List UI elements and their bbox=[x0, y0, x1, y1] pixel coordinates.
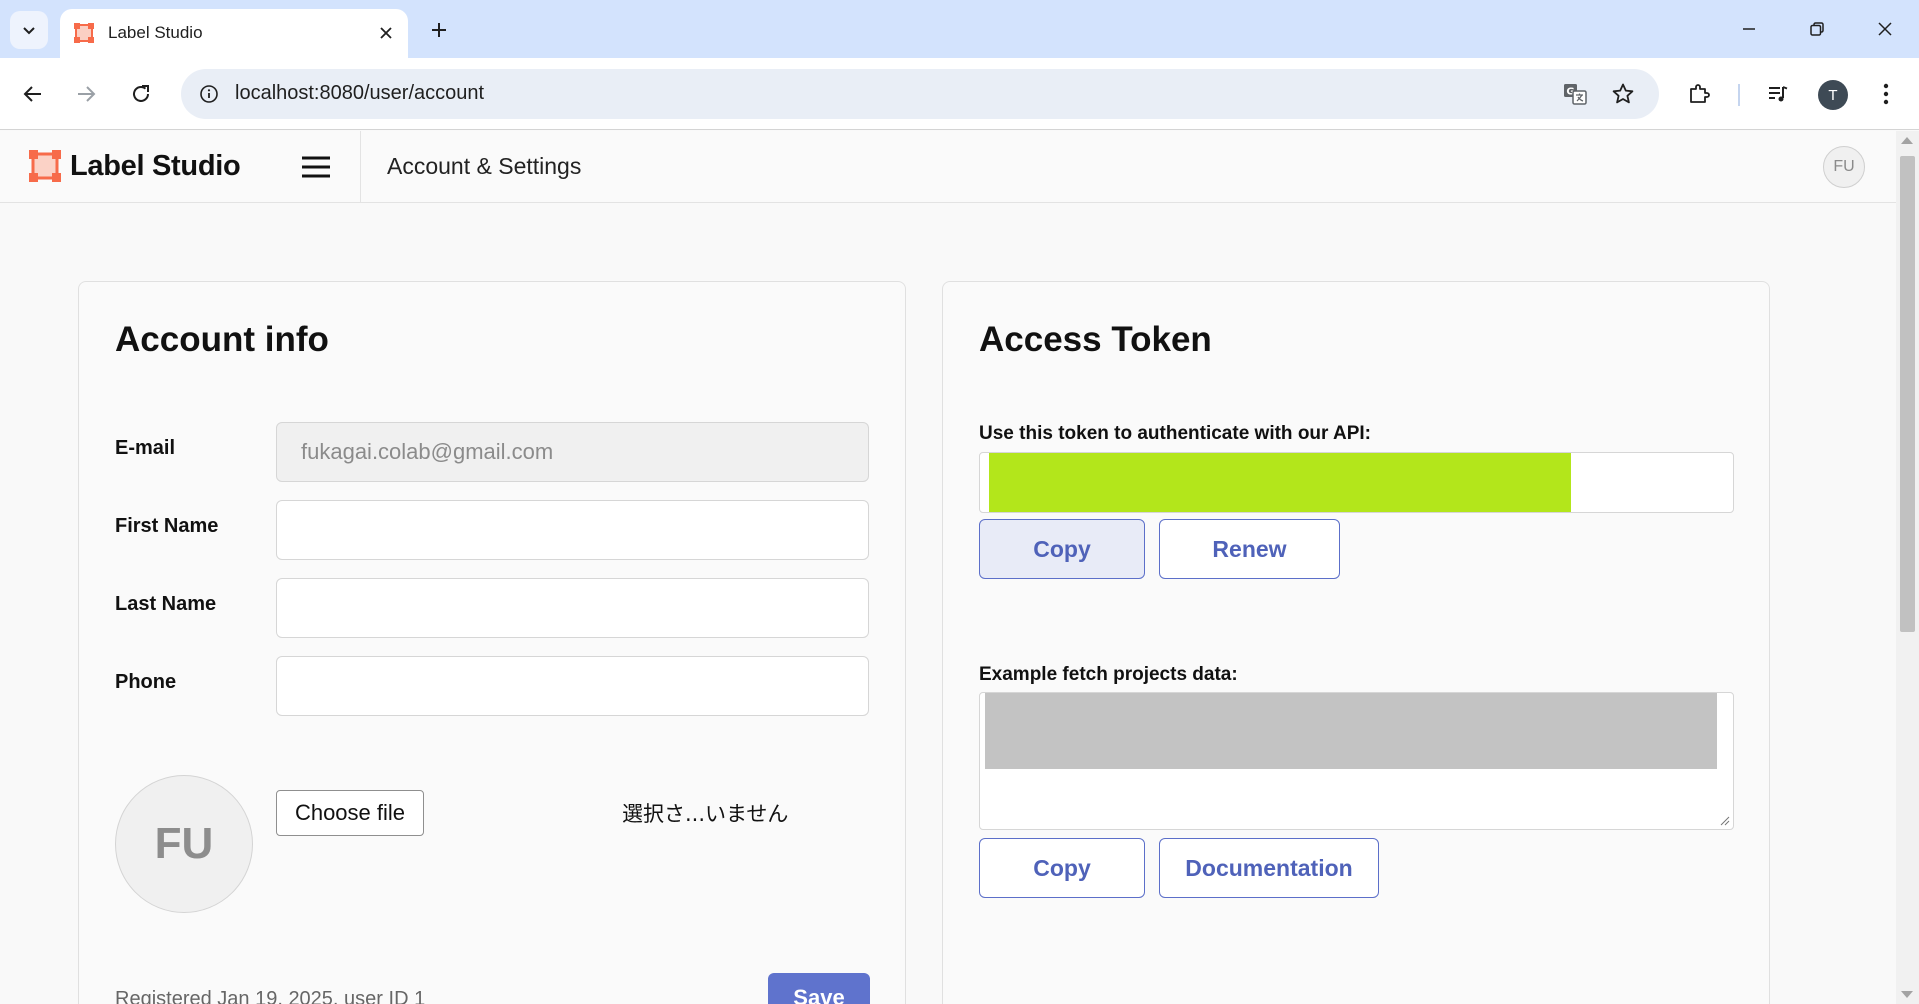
chevron-down-icon bbox=[23, 27, 35, 35]
hamburger-menu-icon bbox=[302, 156, 330, 178]
account-info-title: Account info bbox=[115, 320, 329, 359]
scroll-up-arrow-icon[interactable] bbox=[1901, 137, 1913, 144]
email-label: E-mail bbox=[115, 437, 176, 459]
main-menu-button[interactable] bbox=[298, 149, 334, 185]
example-label: Example fetch projects data: bbox=[979, 664, 1238, 685]
restore-button[interactable] bbox=[1783, 0, 1851, 58]
example-redaction bbox=[985, 693, 1717, 769]
close-icon bbox=[380, 27, 392, 39]
browser-profile-avatar[interactable]: T bbox=[1818, 80, 1848, 110]
app-header: Label Studio Account & Settings FU bbox=[0, 131, 1896, 203]
tab-close-button[interactable] bbox=[372, 19, 400, 47]
browser-toolbar: localhost:8080/user/account G bbox=[0, 58, 1919, 130]
media-control-button[interactable] bbox=[1758, 74, 1798, 114]
minimize-button[interactable] bbox=[1715, 0, 1783, 58]
last-name-label: Last Name bbox=[115, 593, 217, 615]
info-icon bbox=[200, 85, 218, 103]
documentation-button[interactable]: Documentation bbox=[1159, 838, 1379, 898]
scrollbar-thumb[interactable] bbox=[1900, 156, 1915, 632]
arrow-right-icon bbox=[78, 86, 96, 102]
browser-menu-button[interactable] bbox=[1866, 74, 1906, 114]
translate-icon: G bbox=[1564, 84, 1587, 105]
example-code-textarea[interactable] bbox=[979, 692, 1734, 830]
arrow-left-icon bbox=[23, 86, 41, 102]
reload-icon bbox=[133, 85, 149, 102]
back-button[interactable] bbox=[13, 74, 53, 114]
page-scrollbar[interactable] bbox=[1896, 131, 1919, 1004]
url-text: localhost:8080/user/account bbox=[235, 82, 485, 104]
tab-search-button[interactable] bbox=[10, 11, 48, 49]
brand-logo[interactable]: Label Studio bbox=[28, 149, 241, 183]
scroll-down-arrow-icon[interactable] bbox=[1901, 991, 1913, 998]
registration-info: Registered Jan 19, 2025, user ID 1 bbox=[115, 988, 426, 1004]
label-studio-logo-icon bbox=[29, 150, 61, 182]
minimize-icon bbox=[1743, 28, 1755, 30]
last-name-field[interactable] bbox=[276, 578, 869, 638]
user-avatar[interactable]: FU bbox=[1823, 146, 1865, 188]
brand-name: Label Studio bbox=[70, 149, 241, 182]
reload-button[interactable] bbox=[121, 74, 161, 114]
header-divider bbox=[360, 131, 361, 203]
phone-field[interactable] bbox=[276, 656, 869, 716]
page-title: Account & Settings bbox=[387, 153, 582, 179]
forward-button[interactable] bbox=[66, 74, 106, 114]
restore-icon bbox=[1810, 22, 1824, 36]
token-field[interactable] bbox=[979, 452, 1734, 513]
profile-avatar: FU bbox=[115, 775, 253, 913]
more-vertical-icon bbox=[1883, 83, 1889, 105]
token-redaction bbox=[989, 453, 1571, 512]
translate-button[interactable]: G bbox=[1559, 78, 1591, 110]
phone-label: Phone bbox=[115, 671, 177, 693]
site-info-button[interactable] bbox=[193, 78, 225, 110]
first-name-label: First Name bbox=[115, 515, 219, 537]
star-icon bbox=[1612, 83, 1634, 104]
puzzle-icon bbox=[1690, 84, 1710, 103]
copy-token-button[interactable]: Copy bbox=[979, 519, 1145, 579]
label-studio-favicon-icon bbox=[74, 23, 94, 43]
token-instruction: Use this token to authenticate with our … bbox=[979, 423, 1371, 444]
playlist-music-icon bbox=[1769, 86, 1788, 102]
toolbar-separator bbox=[1738, 84, 1740, 106]
address-bar[interactable]: localhost:8080/user/account G bbox=[181, 69, 1659, 119]
access-token-card: Access Token Use this token to authentic… bbox=[942, 281, 1770, 1004]
browser-tab-strip: Label Studio bbox=[0, 0, 1919, 58]
plus-icon bbox=[432, 23, 446, 37]
no-file-selected-text: 選択さ...いません bbox=[622, 802, 789, 826]
copy-example-button[interactable]: Copy bbox=[979, 838, 1145, 898]
email-field bbox=[276, 422, 869, 482]
save-button[interactable]: Save bbox=[768, 973, 870, 1004]
close-window-button[interactable] bbox=[1851, 0, 1919, 58]
access-token-title: Access Token bbox=[979, 320, 1212, 359]
renew-token-button[interactable]: Renew bbox=[1159, 519, 1340, 579]
choose-file-button[interactable]: Choose file bbox=[276, 790, 424, 836]
tab-title: Label Studio bbox=[108, 23, 203, 42]
browser-tab[interactable]: Label Studio bbox=[60, 9, 408, 58]
first-name-field[interactable] bbox=[276, 500, 869, 560]
resize-grip-icon[interactable] bbox=[1720, 816, 1730, 826]
new-tab-button[interactable] bbox=[420, 11, 458, 49]
bookmark-button[interactable] bbox=[1607, 78, 1639, 110]
account-info-card: Account info E-mail First Name Last Name… bbox=[78, 281, 906, 1004]
close-icon bbox=[1878, 22, 1892, 36]
extensions-button[interactable] bbox=[1679, 74, 1719, 114]
